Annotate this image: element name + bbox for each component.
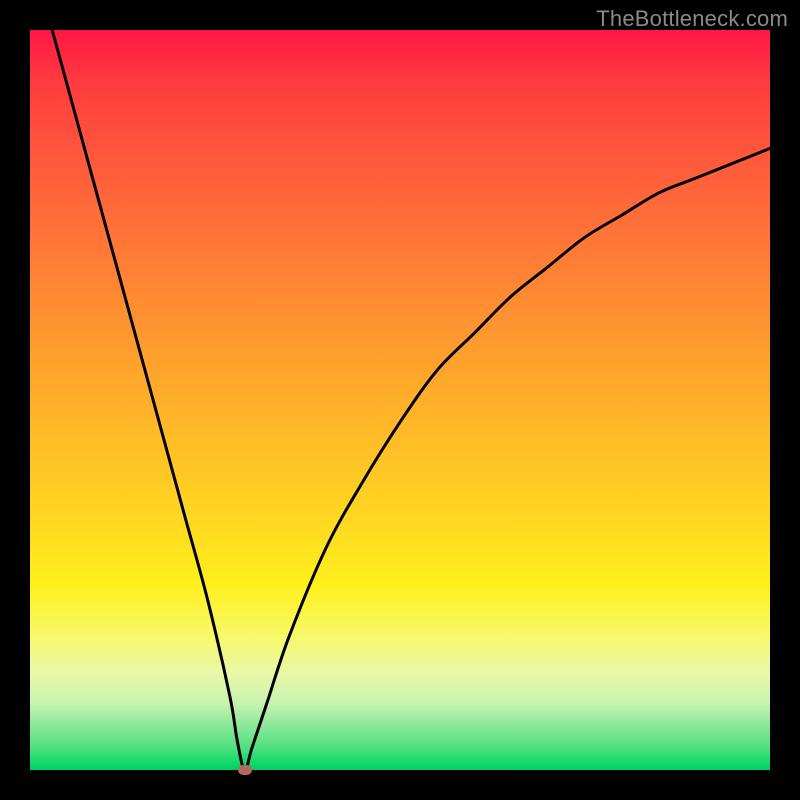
plot-area bbox=[30, 30, 770, 770]
watermark-text: TheBottleneck.com bbox=[596, 6, 788, 32]
optimal-point-marker bbox=[238, 765, 252, 775]
chart-frame: TheBottleneck.com bbox=[0, 0, 800, 800]
curve-svg bbox=[30, 30, 770, 770]
bottleneck-curve bbox=[52, 30, 770, 770]
